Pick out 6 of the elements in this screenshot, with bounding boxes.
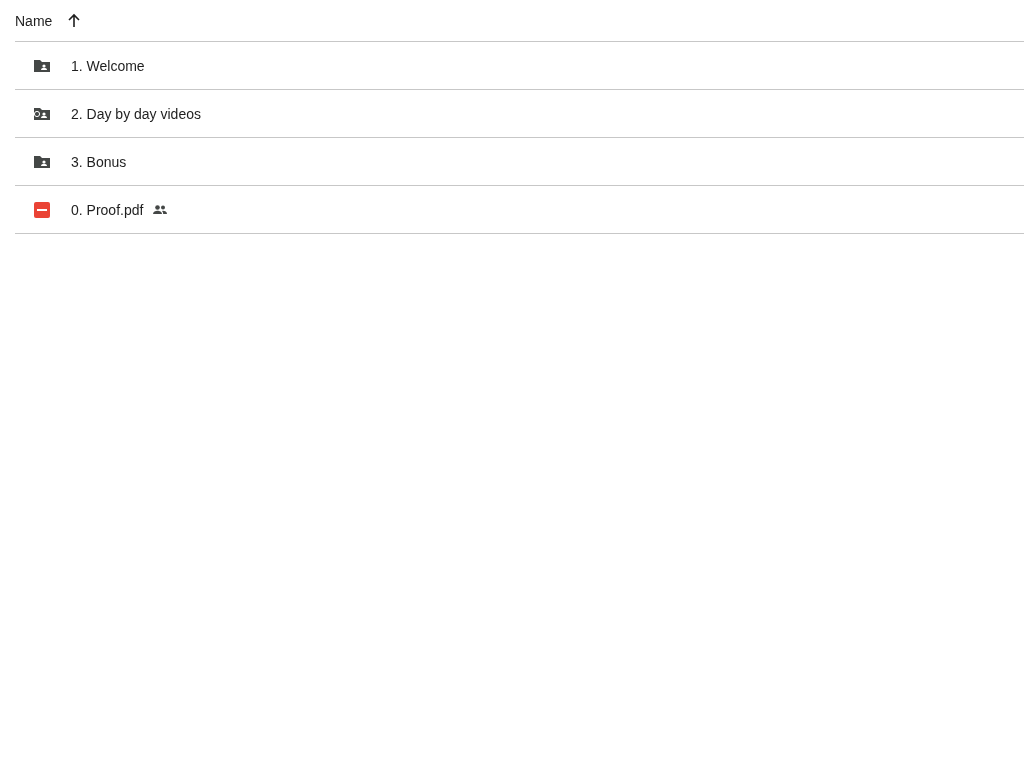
file-name[interactable]: 2. Day by day videos — [71, 105, 201, 122]
pdf-icon — [32, 199, 52, 220]
column-header[interactable]: Name — [15, 12, 53, 29]
file-name[interactable]: 3. Bonus — [71, 153, 127, 170]
file-name[interactable]: 0. Proof.pdf — [71, 201, 144, 218]
file-name[interactable]: 1. Welcome — [71, 57, 145, 74]
